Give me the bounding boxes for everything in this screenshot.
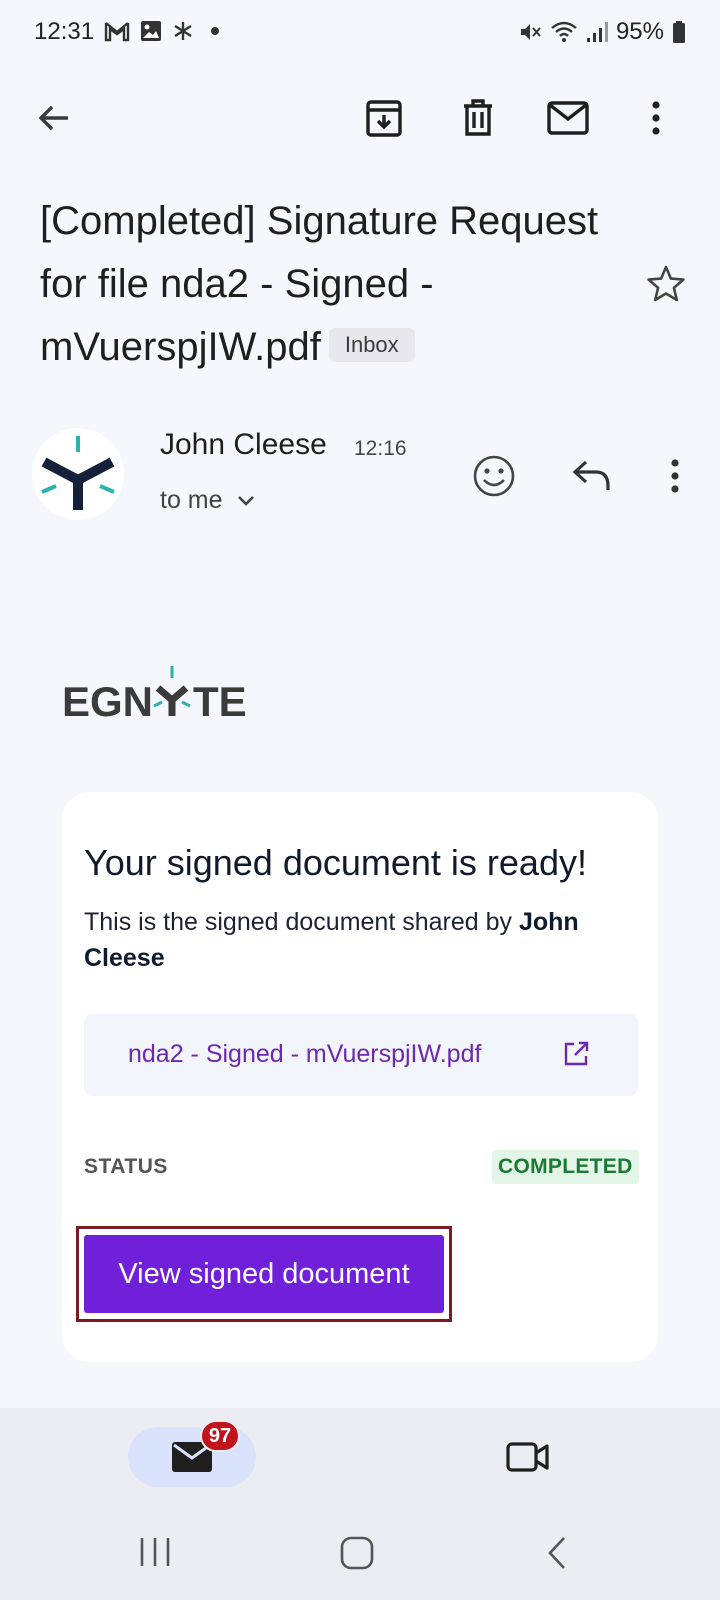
sender-avatar[interactable] [32, 428, 124, 520]
status-time: 12:31 [34, 18, 95, 45]
wifi-icon [551, 21, 577, 42]
trash-icon [464, 99, 492, 136]
subject-text: [Completed] Signature Request for file n… [40, 199, 599, 369]
file-link[interactable]: nda2 - Signed - mVuerspjIW.pdf [128, 1040, 481, 1069]
chevron-left-icon [548, 1537, 565, 1569]
add-reaction-button[interactable] [472, 454, 516, 503]
egnyte-logo: EGN TE [62, 664, 262, 731]
archive-icon [366, 100, 402, 137]
logo-text-right: TE [193, 678, 247, 725]
system-back-button[interactable] [546, 1536, 568, 1575]
status-badge: COMPLETED [492, 1150, 639, 1184]
arrow-back-icon [38, 105, 68, 131]
sender-name: John Cleese [160, 428, 327, 461]
app-notification-icon [174, 22, 192, 40]
recent-apps-button[interactable] [138, 1536, 172, 1573]
open-in-new-icon [564, 1041, 589, 1066]
recipient-details-toggle[interactable]: to me [160, 486, 255, 515]
home-button[interactable] [340, 1536, 374, 1575]
emoji-icon [473, 455, 515, 497]
mute-icon [520, 24, 541, 40]
star-button[interactable] [646, 264, 686, 309]
recipient-text: to me [160, 486, 223, 514]
back-button[interactable] [28, 92, 80, 144]
delete-button[interactable] [452, 92, 504, 144]
videocam-icon [506, 1442, 549, 1472]
view-signed-document-button[interactable]: View signed document [84, 1235, 444, 1313]
notification-icons [104, 20, 226, 42]
status-indicators: 95% [518, 18, 686, 46]
email-subject: [Completed] Signature Request for file n… [40, 190, 640, 379]
chevron-down-icon [237, 495, 254, 506]
open-external-button[interactable] [562, 1040, 590, 1073]
gmail-notification-icon [104, 22, 130, 42]
nav-meet-tab[interactable] [506, 1440, 550, 1479]
home-icon [340, 1536, 374, 1570]
status-label: STATUS [84, 1155, 168, 1178]
battery-percent: 95% [615, 18, 664, 45]
more-notifications-dot [211, 27, 219, 35]
recent-apps-icon [140, 1538, 170, 1566]
more-options-button[interactable] [630, 92, 682, 144]
signal-icon [586, 22, 608, 42]
inbox-label-chip[interactable]: Inbox [328, 328, 415, 363]
star-outline-icon [647, 265, 685, 302]
mail-icon [547, 101, 589, 135]
more-vert-icon [671, 459, 679, 493]
card-description: This is the signed document shared by Jo… [84, 904, 644, 976]
mark-unread-button[interactable] [542, 92, 594, 144]
reply-icon [572, 460, 610, 490]
egnyte-avatar-logo [41, 436, 115, 510]
unread-count-badge: 97 [200, 1420, 240, 1452]
image-notification-icon [141, 21, 161, 41]
battery-icon [673, 21, 685, 43]
egnyte-wordmark: EGN TE [62, 666, 247, 725]
more-vert-icon [652, 101, 660, 135]
archive-button[interactable] [358, 92, 410, 144]
description-text: This is the signed document shared by [84, 908, 519, 936]
card-title: Your signed document is ready! [84, 842, 587, 883]
reply-button[interactable] [572, 458, 612, 499]
received-time: 12:16 [354, 437, 407, 460]
message-more-button[interactable] [670, 459, 680, 498]
logo-text-left: EGN [62, 678, 153, 725]
